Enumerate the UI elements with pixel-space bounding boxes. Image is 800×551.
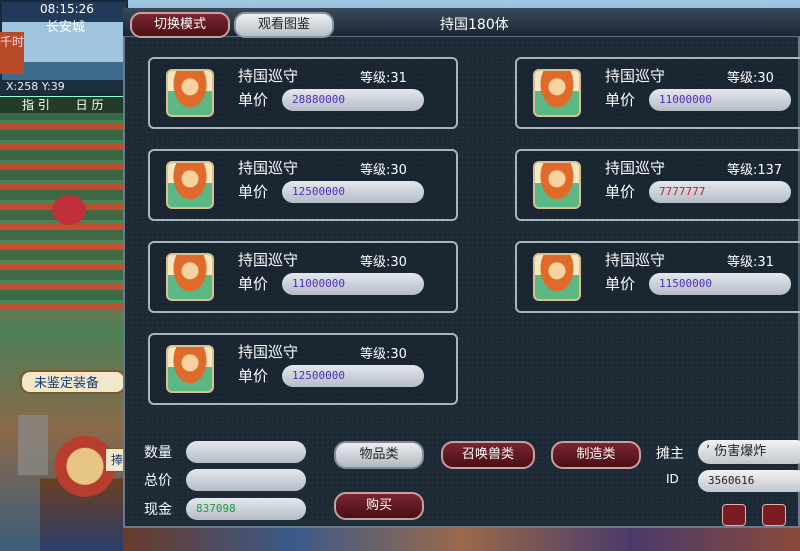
- pet-price: 12500000: [282, 181, 424, 203]
- coordinates: X:258 Y:39: [0, 80, 128, 94]
- nav-guide-button[interactable]: 指 引: [22, 98, 50, 112]
- pet-card[interactable]: 持国巡守 等级:30 单价 12500000: [148, 149, 458, 221]
- pet-level: 等级:31: [360, 71, 407, 86]
- menu-icon[interactable]: [762, 504, 786, 526]
- pet-price: 11000000: [649, 89, 791, 111]
- pet-name: 持国巡守: [605, 251, 666, 269]
- side-badge[interactable]: 千时: [0, 32, 24, 74]
- pet-avatar-icon: [533, 253, 581, 301]
- pet-level: 等级:30: [727, 71, 774, 86]
- pet-price: 28880000: [282, 89, 424, 111]
- pet-level: 等级:137: [727, 163, 783, 178]
- unit-price-label: 单价: [605, 91, 636, 109]
- cash-label: 现金: [144, 502, 172, 518]
- pet-name: 持国巡守: [605, 67, 666, 85]
- owner-label: 摊主: [656, 446, 684, 462]
- pet-level: 等级:30: [360, 163, 407, 178]
- quantity-input[interactable]: [186, 441, 306, 463]
- pet-card[interactable]: 持国巡守 等级:31 单价 28880000: [148, 57, 458, 129]
- unit-price-label: 单价: [238, 367, 269, 385]
- pet-price: 7777777: [649, 181, 791, 203]
- pet-avatar-icon: [166, 345, 214, 393]
- pet-card[interactable]: 持国巡守 等级:31 单价 11500000: [515, 241, 800, 313]
- cash-field: 837098: [186, 498, 306, 520]
- pet-avatar-icon: [166, 69, 214, 117]
- lantern-decoration: [52, 195, 86, 225]
- city-name: 长安城: [46, 20, 86, 35]
- pet-avatar-icon: [166, 161, 214, 209]
- unit-price-label: 单价: [605, 183, 636, 201]
- pet-avatar-icon: [166, 253, 214, 301]
- pet-name: 持国巡守: [238, 159, 299, 177]
- crafting-category-button[interactable]: 制造类: [551, 441, 641, 469]
- pet-level: 等级:30: [360, 347, 407, 362]
- quantity-label: 数量: [144, 445, 172, 461]
- pet-price: 11500000: [649, 273, 791, 295]
- unit-price-label: 单价: [238, 183, 269, 201]
- pet-price: 11000000: [282, 273, 424, 295]
- game-time: 08:15:26: [40, 2, 94, 16]
- buy-button[interactable]: 购买: [334, 492, 424, 520]
- pet-name: 持国巡守: [238, 67, 299, 85]
- nav-calendar-button[interactable]: 日 历: [76, 98, 104, 112]
- pet-card[interactable]: 持国巡守 等级:30 单价 12500000: [148, 333, 458, 405]
- close-icon[interactable]: [722, 504, 746, 526]
- unidentified-equipment-button[interactable]: 未鉴定装备: [20, 370, 126, 394]
- summon-category-button[interactable]: 召唤兽类: [441, 441, 535, 469]
- pet-level: 等级:31: [727, 255, 774, 270]
- pet-card[interactable]: 持国巡守 等级:30 单价 11000000: [148, 241, 458, 313]
- pet-price: 12500000: [282, 365, 424, 387]
- unit-price-label: 单价: [238, 275, 269, 293]
- pet-name: 持国巡守: [238, 343, 299, 361]
- panel-title: 持国180体: [440, 17, 509, 33]
- total-label: 总价: [144, 473, 172, 489]
- scene-bottom-strip: [123, 528, 800, 551]
- id-label: ID: [666, 472, 679, 486]
- pet-card[interactable]: 持国巡守 等级:137 单价 7777777: [515, 149, 800, 221]
- unit-price-label: 单价: [605, 275, 636, 293]
- pet-avatar-icon: [533, 161, 581, 209]
- total-field: [186, 469, 306, 491]
- pet-name: 持国巡守: [238, 251, 299, 269]
- tab-view-catalog[interactable]: 观看图鉴: [234, 12, 334, 38]
- nav-bar: 指 引 日 历: [0, 96, 128, 113]
- pet-avatar-icon: [533, 69, 581, 117]
- pet-level: 等级:30: [360, 255, 407, 270]
- pet-card[interactable]: 持国巡守 等级:30 单价 11000000: [515, 57, 800, 129]
- tab-switch-mode[interactable]: 切换模式: [130, 12, 230, 38]
- owner-name: ’ 伤害爆炸: [698, 440, 800, 464]
- pet-name: 持国巡守: [605, 159, 666, 177]
- unit-price-label: 单价: [238, 91, 269, 109]
- owner-id: 3560616: [698, 470, 800, 492]
- items-category-button[interactable]: 物品类: [334, 441, 424, 469]
